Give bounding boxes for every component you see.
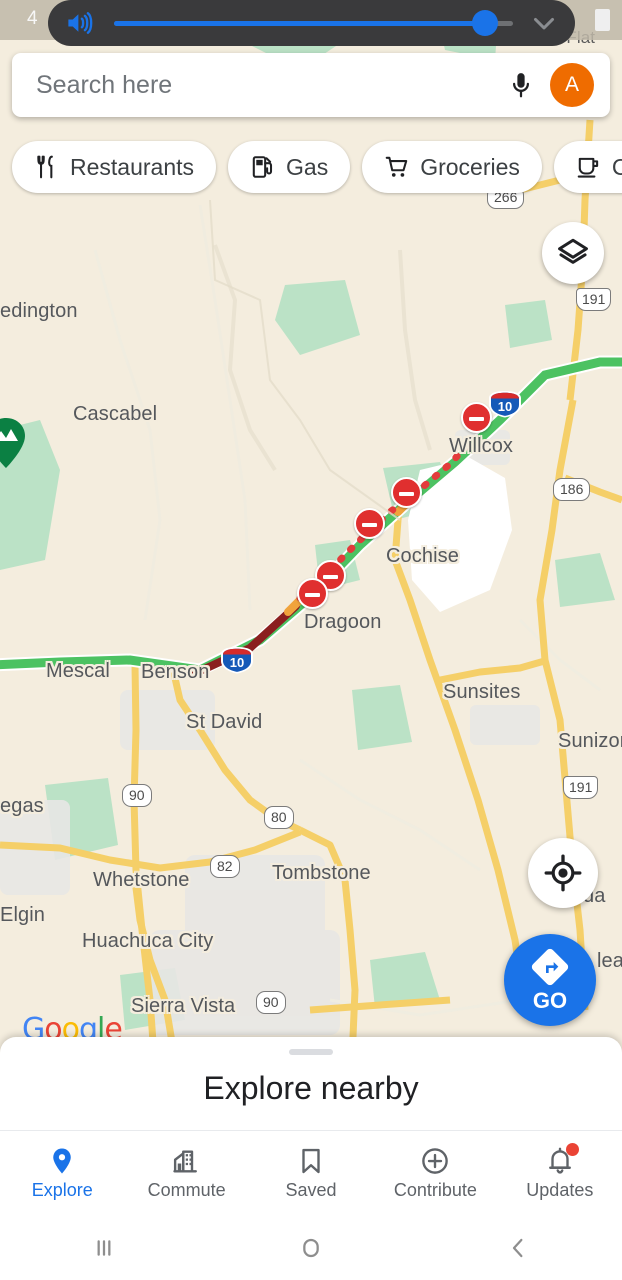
bookmark-icon	[302, 1148, 320, 1174]
microphone-icon[interactable]	[506, 70, 536, 100]
road-closed-marker[interactable]	[354, 508, 385, 539]
route-shield: 191	[563, 776, 599, 799]
road-closed-marker[interactable]	[461, 402, 492, 433]
recents-icon	[97, 1240, 111, 1256]
volume-slider[interactable]	[114, 10, 513, 36]
layers-icon	[558, 238, 588, 264]
android-navigation-bar[interactable]	[0, 1216, 622, 1280]
recents-button[interactable]	[0, 1232, 207, 1264]
route-shield: 90	[122, 784, 152, 807]
bottom-navigation[interactable]: Explore Commute Saved Contribute Updates	[0, 1130, 622, 1216]
chip-label: Groceries	[420, 153, 520, 180]
road-closed-marker[interactable]	[391, 477, 422, 508]
svg-text:10: 10	[498, 399, 512, 414]
back-chevron-icon	[513, 1238, 523, 1258]
explore-bottom-sheet[interactable]: Explore nearby	[0, 1037, 622, 1130]
park-pin-icon[interactable]	[0, 417, 26, 469]
category-chips[interactable]: Restaurants Gas Groceries C	[0, 138, 622, 196]
gas-pump-icon	[252, 156, 273, 178]
home-button[interactable]	[207, 1232, 414, 1264]
plus-circle-icon	[422, 1148, 449, 1174]
route-shield: 90	[256, 991, 286, 1014]
buildings-icon	[172, 1150, 197, 1173]
nav-item-updates[interactable]: Updates	[498, 1131, 622, 1216]
my-location-icon	[544, 854, 582, 892]
status-time: 4	[27, 8, 38, 29]
go-button-label: GO	[532, 987, 568, 1013]
drag-handle[interactable]	[289, 1049, 333, 1055]
search-input[interactable]	[36, 70, 506, 100]
map-layers-button[interactable]	[542, 222, 604, 284]
route-shield: 82	[210, 855, 240, 878]
chevron-down-icon[interactable]	[527, 6, 561, 40]
chip-restaurants[interactable]: Restaurants	[12, 141, 217, 193]
shopping-cart-icon	[385, 156, 408, 177]
coffee-cup-icon	[577, 157, 599, 178]
navigation-arrow-icon	[531, 948, 569, 985]
location-pin-icon	[53, 1148, 71, 1174]
volume-overlay[interactable]	[48, 0, 575, 46]
nav-label: Explore	[31, 1180, 93, 1200]
chip-gas[interactable]: Gas	[228, 141, 351, 193]
google-maps-screen: Cactus FlatedingtonCascabelWillcoxCochis…	[0, 0, 622, 1280]
interstate-shield: 10	[218, 645, 256, 675]
nav-item-explore[interactable]: Explore	[0, 1131, 124, 1216]
chip-coffee[interactable]: Coffee	[553, 141, 622, 193]
battery-icon	[595, 9, 610, 31]
updates-badge	[565, 1143, 579, 1156]
route-shield: 191	[576, 288, 612, 311]
nav-label: Contribute	[393, 1180, 477, 1200]
svg-text:10: 10	[230, 655, 244, 670]
nav-label: Commute	[147, 1180, 226, 1200]
go-navigation-button[interactable]: GO	[504, 934, 596, 1026]
chip-groceries[interactable]: Groceries	[362, 141, 542, 193]
account-avatar[interactable]: A	[550, 63, 594, 107]
sheet-title: Explore nearby	[203, 1070, 419, 1106]
route-shield: 80	[264, 806, 294, 829]
search-bar[interactable]: A	[12, 53, 610, 117]
nav-item-commute[interactable]: Commute	[124, 1131, 248, 1216]
chip-label: Restaurants	[70, 153, 195, 180]
back-button[interactable]	[415, 1232, 622, 1264]
nav-item-contribute[interactable]: Contribute	[373, 1131, 497, 1216]
route-shield: 186	[553, 478, 591, 501]
nav-label: Saved	[285, 1180, 337, 1200]
chip-label: Gas	[286, 153, 329, 180]
nav-item-saved[interactable]: Saved	[249, 1131, 373, 1216]
volume-up-icon[interactable]	[62, 8, 96, 38]
chip-label: Coffee	[611, 153, 622, 180]
avatar-initial: A	[564, 73, 579, 96]
volume-slider-fill	[114, 20, 486, 26]
restaurant-icon	[37, 155, 53, 179]
my-location-button[interactable]	[528, 838, 598, 908]
road-closed-marker[interactable]	[297, 578, 328, 609]
home-circle-icon	[303, 1238, 319, 1258]
volume-slider-thumb[interactable]	[472, 10, 499, 36]
nav-label: Updates	[526, 1180, 594, 1200]
